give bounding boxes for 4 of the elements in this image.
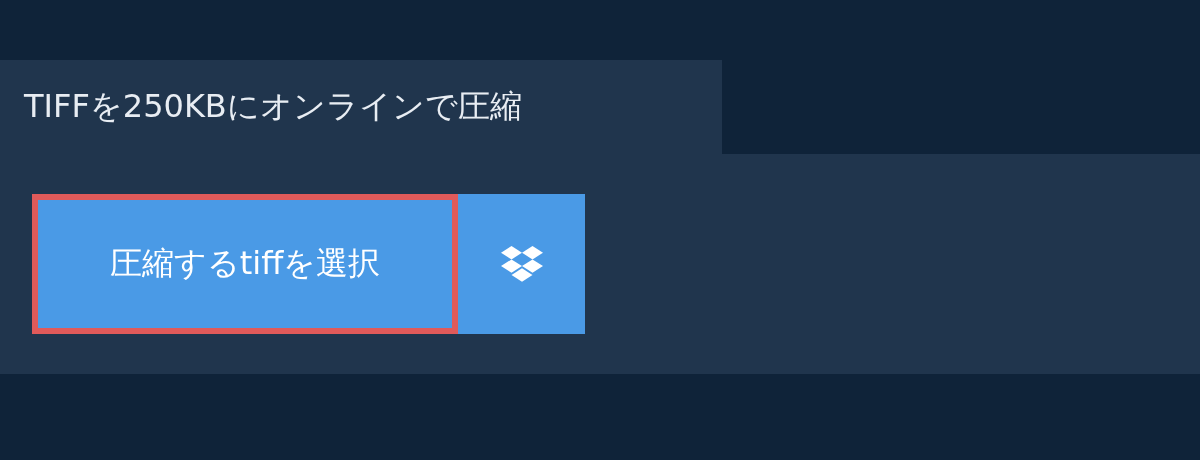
choose-file-button[interactable]: 圧縮するtiffを選択 bbox=[32, 194, 458, 334]
dropbox-button[interactable] bbox=[458, 194, 585, 334]
dropbox-icon bbox=[500, 246, 543, 282]
page-title: TIFFを250KBにオンラインで圧縮 bbox=[24, 86, 522, 127]
